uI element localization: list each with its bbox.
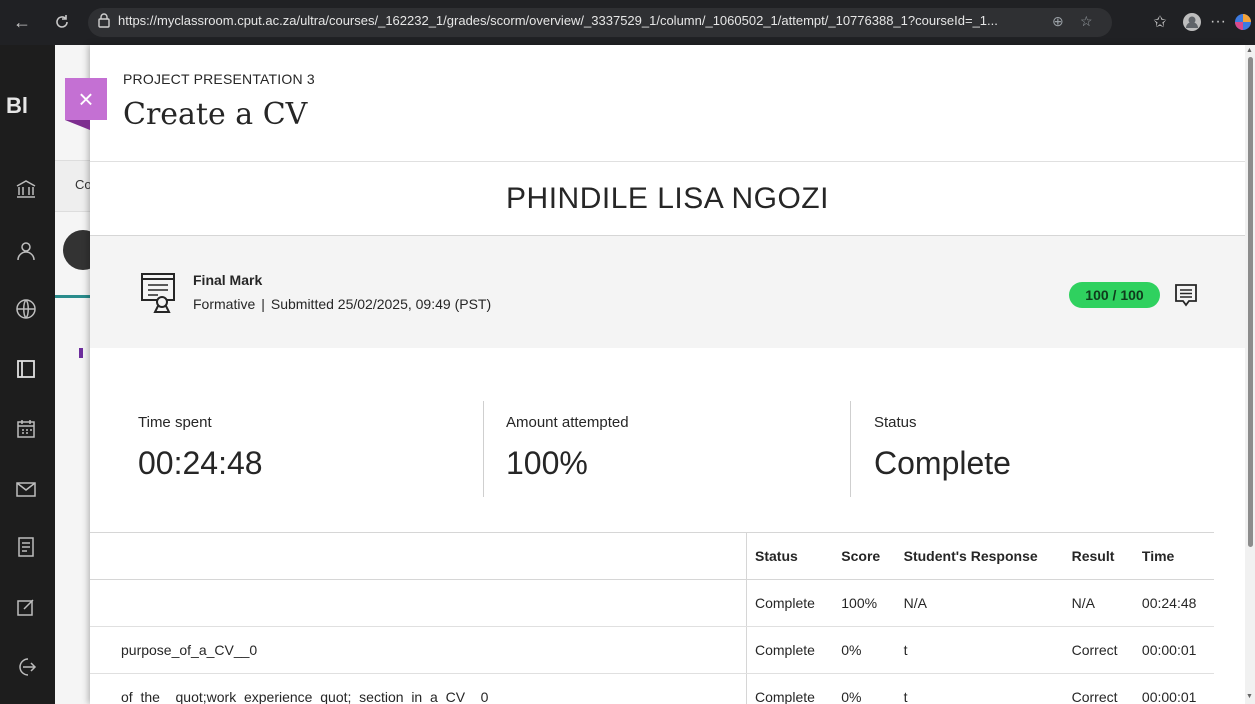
column-header-interaction [90,532,747,580]
back-arrow-icon[interactable]: ← [8,8,36,36]
globe-icon[interactable] [14,297,38,321]
cell-time: 00:00:01 [1133,626,1214,674]
favorite-star-icon[interactable]: ☆ [1080,13,1098,31]
background-page: Co [55,45,103,704]
column-header-result: Result [1063,532,1134,580]
column-header-response: Student's Response [895,532,1064,580]
column-header-status: Status [746,532,834,580]
zoom-icon[interactable]: ⊕ [1052,13,1070,31]
refresh-icon[interactable] [48,8,76,36]
cell-score: 0% [833,673,896,704]
stat-label: Time spent [138,414,212,431]
profile-avatar-icon[interactable] [1180,10,1204,34]
tools-icon[interactable] [14,595,38,619]
copilot-icon[interactable] [1232,10,1254,34]
interactions-table: Status Score Student's Response Result T… [90,532,1214,704]
messages-icon[interactable] [14,477,38,501]
cell-response: t [895,626,1064,674]
cell-status: Complete [746,626,834,674]
stat-divider [483,401,484,497]
stat-divider [850,401,851,497]
background-tab-bar: Co [55,160,95,212]
cell-time: 00:00:01 [1133,673,1214,704]
column-header-score: Score [833,532,896,580]
breadcrumb: PROJECT PRESENTATION 3 [123,71,315,87]
blackboard-logo: Bl [6,93,28,118]
cell-result: N/A [1063,579,1134,627]
stat-value: Complete [874,445,1011,481]
cell-result: Correct [1063,626,1134,674]
scroll-down-arrow-icon[interactable]: ▼ [1246,693,1253,700]
close-panel-button[interactable]: × [65,78,107,120]
courses-icon[interactable] [14,357,38,381]
certificate-icon [141,273,175,313]
stat-status: Status Complete [874,414,1011,482]
close-tab-fold [65,120,90,130]
scroll-up-arrow-icon[interactable]: ▲ [1246,47,1253,54]
final-mark-label: Final Mark [193,272,263,288]
cell-interaction: of_the__quot;work_experience_quot;_secti… [90,673,747,704]
stat-value: 100% [506,445,588,481]
cell-time: 00:24:48 [1133,579,1214,627]
table-row: Complete 100% N/A N/A 00:24:48 [90,579,1214,627]
cell-interaction [90,579,747,627]
cell-score: 100% [833,579,896,627]
grade-type: Formative [193,296,256,312]
institution-icon[interactable] [14,177,38,201]
table-header-row: Status Score Student's Response Result T… [90,532,1214,580]
student-name: PHINDILE LISA NGOZI [506,182,829,215]
cell-response: N/A [895,579,1064,627]
grades-icon[interactable] [14,535,38,559]
table-row: purpose_of_a_CV__0 Complete 0% t Correct… [90,626,1214,674]
student-header: PHINDILE LISA NGOZI [90,162,1245,235]
panel-scrollbar[interactable]: ▲ ▼ [1245,45,1255,704]
calendar-icon[interactable] [14,417,38,441]
browser-toolbar: ← https://myclassroom.cput.ac.za/ultra/c… [0,0,1255,45]
stat-time-spent: Time spent 00:24:48 [138,414,263,482]
scrollbar-thumb[interactable] [1248,57,1253,547]
cell-result: Correct [1063,673,1134,704]
more-menu-icon[interactable]: ··· [1206,10,1230,34]
grade-detail-panel: PROJECT PRESENTATION 3 Create a CV PHIND… [90,45,1245,704]
cell-score: 0% [833,626,896,674]
meta-separator: | [261,296,265,312]
cell-status: Complete [746,579,834,627]
grade-meta: Formative | Submitted 25/02/2025, 09:49 (P… [193,296,491,312]
feedback-icon[interactable] [1172,281,1200,309]
cell-interaction: purpose_of_a_CV__0 [90,626,747,674]
final-mark-section: Final Mark Formative | Submitted 25/02/202… [90,235,1245,348]
score-pill[interactable]: 100 / 100 [1069,282,1160,308]
stat-amount-attempted: Amount attempted 100% [506,414,629,482]
signout-icon[interactable] [14,655,38,679]
cell-response: t [895,673,1064,704]
page-title: Create a CV [123,97,308,132]
left-navigation: Bl [0,45,55,704]
stat-value: 00:24:48 [138,445,263,481]
table-row: of_the__quot;work_experience_quot;_secti… [90,673,1214,704]
lock-icon[interactable] [96,12,114,30]
profile-icon[interactable] [14,239,38,263]
column-header-time: Time [1133,532,1214,580]
submitted-date: Submitted 25/02/2025, 09:49 (PST) [270,296,492,312]
panel-header: PROJECT PRESENTATION 3 Create a CV [90,45,1245,162]
url-text[interactable]: https://myclassroom.cput.ac.za/ultra/cou… [118,13,1048,28]
cell-status: Complete [746,673,834,704]
address-bar[interactable]: https://myclassroom.cput.ac.za/ultra/cou… [88,8,1112,37]
favorites-icon[interactable]: ✩ [1148,10,1172,34]
stat-label: Status [874,414,917,431]
background-divider [55,295,95,298]
stat-label: Amount attempted [506,414,629,431]
background-marker [79,348,83,358]
